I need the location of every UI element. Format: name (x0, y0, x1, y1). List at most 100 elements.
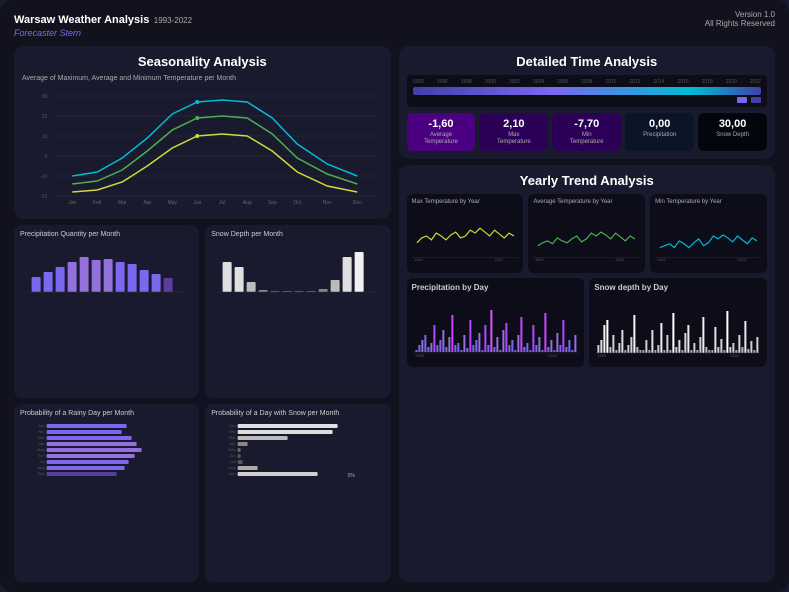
svg-text:10: 10 (42, 134, 48, 140)
svg-text:Aug: Aug (38, 465, 45, 470)
seasonality-subtitle: Average of Maximum, Average and Minimum … (22, 75, 383, 82)
avg-temp-yearly-chart: 1993 2022 (533, 208, 640, 263)
seasonality-chart: 30 20 10 0 -10 -20 Jan Feb Mar Apr May J… (22, 86, 383, 206)
kpi-max-label: MaxTemperature (483, 132, 544, 146)
timeline-fill (413, 87, 762, 95)
kpi-snow-label: Snow Depth (702, 132, 763, 139)
avg-temp-yearly: Average Temperature by Year 1993 2022 (528, 194, 645, 273)
version-label: Version 1.0 (705, 10, 775, 19)
svg-text:0%: 0% (348, 473, 356, 479)
svg-text:Feb: Feb (93, 200, 102, 206)
yearly-title: Yearly Trend Analysis (407, 173, 768, 188)
svg-text:Jul: Jul (219, 200, 225, 206)
svg-text:-10: -10 (40, 174, 47, 180)
main-grid: Seasonality Analysis Average of Maximum,… (14, 46, 775, 582)
kpi-max-temp: 2,10 MaxTemperature (479, 113, 548, 151)
svg-text:Jun: Jun (38, 453, 44, 458)
svg-text:Jan: Jan (68, 200, 76, 206)
rainy-chart: Jan Feb Mar Apr May Jun Jul Aug Sep (20, 421, 193, 481)
max-temp-yearly-title: Max Temperature by Year (412, 199, 519, 205)
precip-by-day-chart: 1993 2022 (412, 295, 580, 357)
svg-text:Jul: Jul (231, 459, 236, 464)
rights-label: All Rights Reserved (705, 19, 775, 28)
kpi-max-value: 2,10 (483, 118, 544, 130)
svg-text:2022: 2022 (738, 258, 747, 263)
header: Warsaw Weather Analysis 1993-2022 Foreca… (14, 10, 775, 38)
snow-by-day-panel: Snow depth by Day (589, 278, 767, 367)
svg-text:Nov: Nov (323, 200, 332, 206)
svg-text:1993: 1993 (657, 258, 666, 263)
kpi-precip-value: 0,00 (629, 118, 690, 130)
svg-text:Mar: Mar (229, 435, 237, 440)
max-temp-yearly-chart: 1993 2022 (412, 208, 519, 263)
kpi-row: -1,60 AverageTemperature 2,10 MaxTempera… (407, 113, 768, 151)
svg-text:Apr: Apr (38, 441, 45, 446)
kpi-precip-label: Precipitation (629, 132, 690, 139)
svg-text:Mar: Mar (38, 435, 46, 440)
snow-depth-panel: Snow Depth per Month (205, 225, 390, 398)
years-label: 1993-2022 (154, 16, 192, 25)
svg-text:Apr: Apr (230, 441, 237, 446)
svg-text:1993: 1993 (598, 353, 608, 357)
avg-temp-yearly-title: Average Temperature by Year (533, 199, 640, 205)
svg-text:-20: -20 (40, 194, 47, 200)
main-title: Warsaw Weather Analysis (14, 14, 149, 26)
header-left: Warsaw Weather Analysis 1993-2022 Foreca… (14, 10, 192, 38)
rainy-title: Probability of a Rainy Day per Month (20, 410, 193, 417)
svg-text:Feb: Feb (38, 429, 46, 434)
kpi-min-label: MinTemperature (556, 132, 617, 146)
snow-by-day-chart: 1993 2022 (594, 295, 762, 357)
svg-text:Aug: Aug (229, 465, 236, 470)
bottom-charts: Precipitation Quantity per Month (14, 225, 391, 582)
subtitle: Forecaster Stern (14, 28, 192, 38)
svg-text:1993: 1993 (415, 353, 425, 357)
svg-text:May: May (168, 200, 178, 206)
yearly-grid: Max Temperature by Year 1993 2022 Averag… (407, 194, 768, 273)
snow-prob-chart: 0% Jan Feb Mar Apr May Jun Jul Aug Sep (211, 421, 384, 481)
snow-title: Snow Depth per Month (211, 231, 384, 238)
svg-text:2022: 2022 (494, 258, 503, 263)
detail-panel: Detailed Time Analysis 1993 1996 1998 20… (399, 46, 776, 159)
precip-by-day-title: Precipitation by Day (412, 283, 580, 292)
svg-text:Jul: Jul (40, 459, 45, 464)
detail-title: Detailed Time Analysis (407, 54, 768, 69)
snow-chart (211, 242, 384, 297)
precipitation-panel: Precipitation Quantity per Month (14, 225, 199, 398)
svg-text:Mar: Mar (118, 200, 127, 206)
precip-title: Precipitation Quantity per Month (20, 231, 193, 238)
svg-text:Sep: Sep (268, 200, 277, 206)
kpi-min-temp: -7,70 MinTemperature (552, 113, 621, 151)
precip-by-day-panel: Precipitation by Day (407, 278, 585, 367)
kpi-snow: 30,00 Snow Depth (698, 113, 767, 151)
seasonality-panel: Seasonality Analysis Average of Maximum,… (14, 46, 391, 219)
kpi-precip: 0,00 Precipitation (625, 113, 694, 151)
timeline-track (413, 87, 762, 95)
left-column: Seasonality Analysis Average of Maximum,… (14, 46, 391, 582)
seasonality-title: Seasonality Analysis (22, 54, 383, 69)
svg-text:2022: 2022 (731, 353, 741, 357)
svg-text:2022: 2022 (548, 353, 558, 357)
svg-text:Aug: Aug (243, 200, 252, 206)
yearly-panel: Yearly Trend Analysis Max Temperature by… (399, 165, 776, 582)
bottom-yearly: Precipitation by Day (407, 278, 768, 367)
timeline-bar[interactable]: 1993 1996 1998 2000 2002 2004 2006 2008 … (407, 75, 768, 107)
svg-text:1993: 1993 (413, 258, 422, 263)
snow-prob-title: Probability of a Day with Snow per Month (211, 410, 384, 417)
svg-text:Sep: Sep (38, 471, 46, 476)
svg-text:20: 20 (42, 114, 48, 120)
snow-prob-panel: Probability of a Day with Snow per Month… (205, 404, 390, 582)
svg-text:0: 0 (44, 154, 47, 160)
precip-chart (20, 242, 193, 297)
svg-text:2022: 2022 (616, 258, 625, 263)
kpi-min-value: -7,70 (556, 118, 617, 130)
svg-text:1993: 1993 (535, 258, 544, 263)
min-temp-yearly-title: Min Temperature by Year (655, 199, 762, 205)
min-temp-yearly: Min Temperature by Year 1993 2022 (650, 194, 767, 273)
svg-text:Dec: Dec (353, 200, 362, 206)
right-column: Detailed Time Analysis 1993 1996 1998 20… (399, 46, 776, 582)
max-temp-yearly: Max Temperature by Year 1993 2022 (407, 194, 524, 273)
dashboard: Warsaw Weather Analysis 1993-2022 Foreca… (0, 0, 789, 592)
kpi-snow-value: 30,00 (702, 118, 763, 130)
app-title: Warsaw Weather Analysis 1993-2022 (14, 10, 192, 28)
rainy-panel: Probability of a Rainy Day per Month Jan (14, 404, 199, 582)
